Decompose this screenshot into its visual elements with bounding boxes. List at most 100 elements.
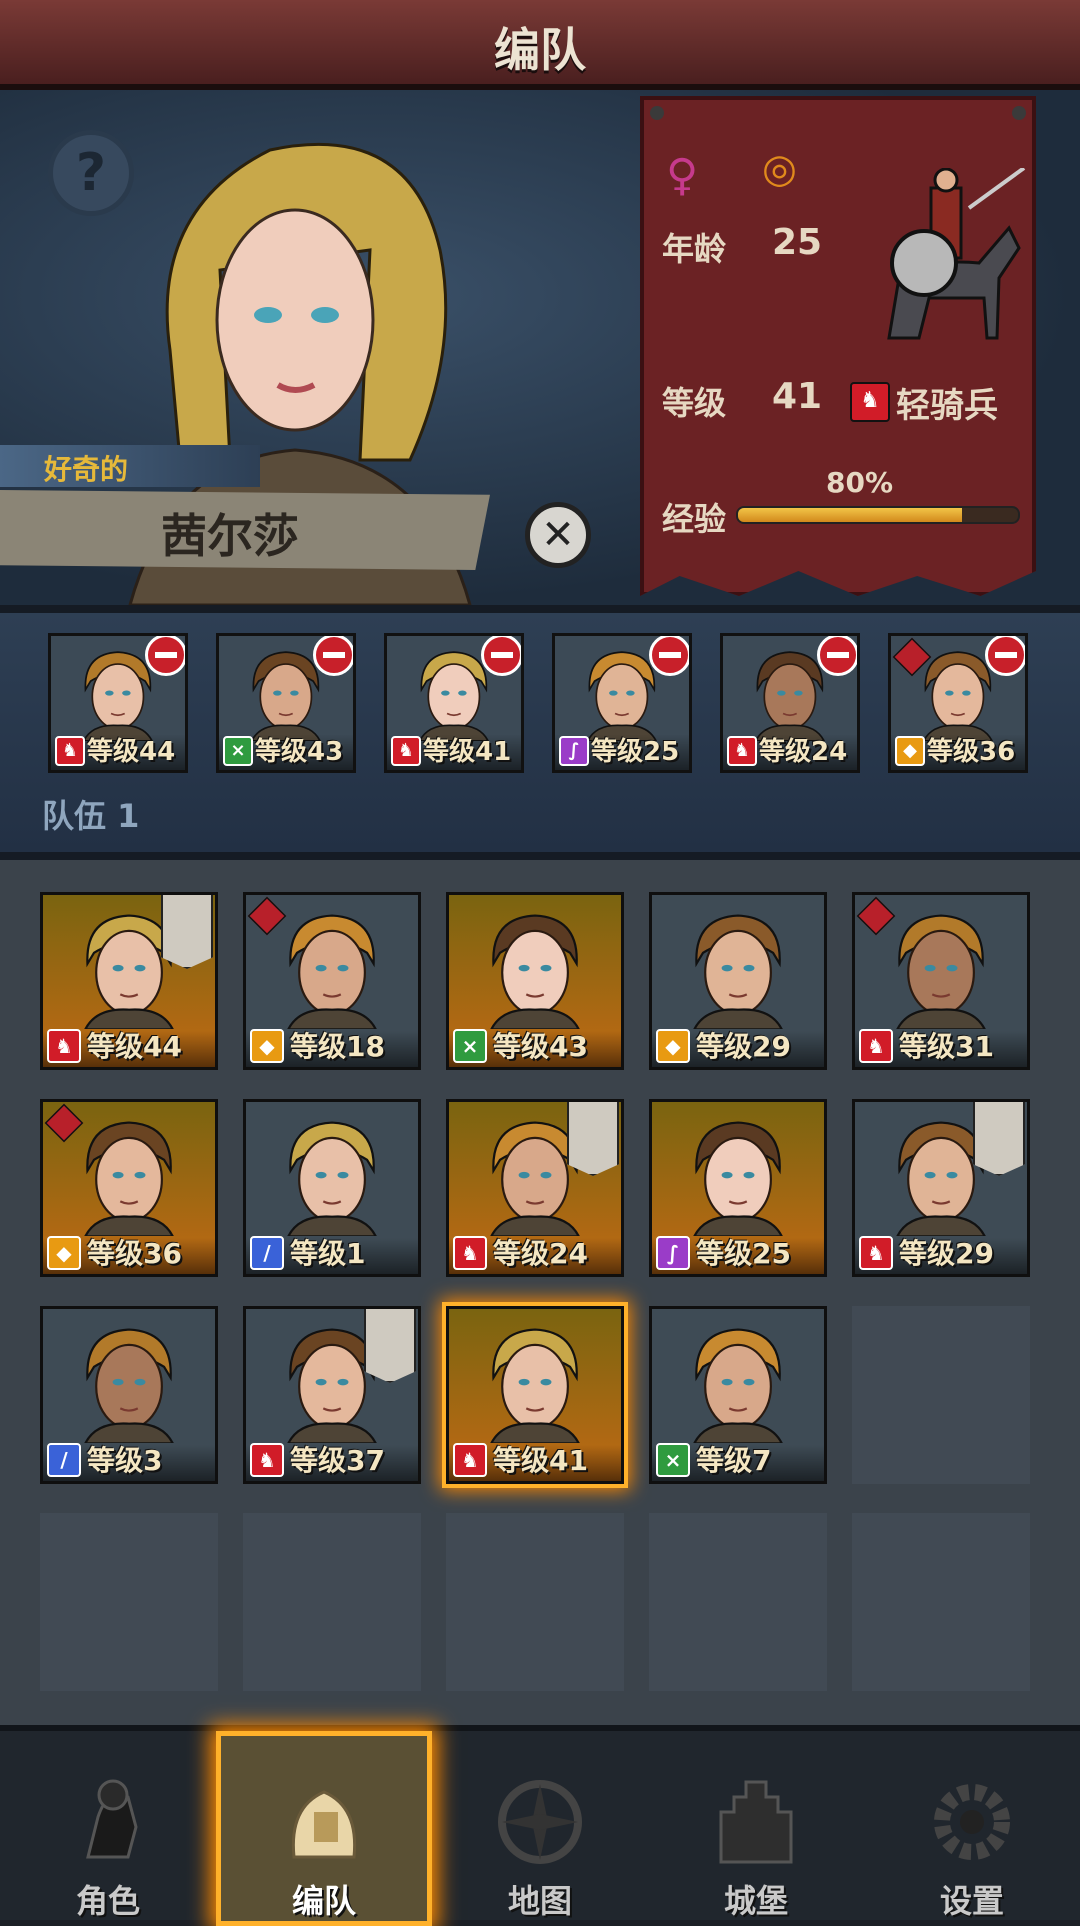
- remove-member-button[interactable]: [481, 636, 521, 676]
- remove-member-button[interactable]: [985, 636, 1025, 676]
- archer-class-icon: ⨯: [223, 736, 253, 766]
- banner-icon: [567, 1102, 619, 1176]
- hero-face: [692, 1328, 783, 1444]
- team-slot[interactable]: ∫ 等级25: [552, 633, 692, 773]
- shield-class-icon: ◆: [47, 1236, 81, 1270]
- cavalry-class-icon: ♞: [859, 1029, 893, 1063]
- level-label: 等级24: [759, 737, 848, 767]
- hero-face: [895, 914, 986, 1030]
- level-label: 等级43: [493, 1030, 588, 1063]
- roster-card[interactable]: ♞ 等级44: [40, 892, 218, 1070]
- trait-bar: [0, 445, 260, 487]
- remove-member-button[interactable]: [649, 636, 689, 676]
- close-icon: ✕: [541, 512, 575, 558]
- hero-face: [83, 1121, 174, 1237]
- sword-class-icon: /: [250, 1236, 284, 1270]
- level-label: 等级36: [87, 1237, 182, 1270]
- roster-card[interactable]: ⨯ 等级7: [649, 1306, 827, 1484]
- roster-card[interactable]: ♞ 等级24: [446, 1099, 624, 1277]
- remove-hero-button[interactable]: ✕: [525, 502, 591, 568]
- team-label[interactable]: 队伍 1: [42, 791, 139, 837]
- roster-card[interactable]: ⨯ 等级43: [446, 892, 624, 1070]
- team-slot[interactable]: ♞ 等级24: [720, 633, 860, 773]
- cavalry-class-icon: ♞: [859, 1236, 893, 1270]
- xp-label: 经验: [662, 500, 727, 538]
- header-bar: 编队: [0, 0, 1080, 90]
- archer-class-icon: ⨯: [656, 1443, 690, 1477]
- hero-face: [286, 1121, 377, 1237]
- bottom-nav: 角色 编队 地图 城堡 设置: [0, 1725, 1080, 1926]
- hero-face: [286, 914, 377, 1030]
- level-label: 等级25: [696, 1237, 791, 1270]
- nav-label: 地图: [507, 1882, 572, 1920]
- level-value: 41: [772, 376, 823, 417]
- roster-card-selected[interactable]: ♞ 等级41: [446, 1306, 624, 1484]
- level-label: 等级18: [290, 1030, 385, 1063]
- empty-roster-slot: [852, 1306, 1030, 1484]
- hero-face: [489, 914, 580, 1030]
- banner-icon: [161, 895, 213, 969]
- xp-bar: [736, 506, 1020, 524]
- nav-item-compass[interactable]: 地图: [432, 1731, 648, 1926]
- cavalry-class-icon: ♞: [250, 1443, 284, 1477]
- team-slot[interactable]: ♞ 等级44: [48, 633, 188, 773]
- team-panel: ♞ 等级44 ⨯ 等级43 ♞ 等级41 ∫ 等级25 ♞ 等级24 ◆ 等级36 队伍 1: [0, 605, 1080, 860]
- level-label: 等级44: [87, 737, 176, 767]
- nav-label: 城堡: [723, 1882, 788, 1920]
- cavalry-class-icon: ♞: [453, 1236, 487, 1270]
- cavalry-class-icon: ♞: [55, 736, 85, 766]
- level-label: 等级29: [899, 1237, 994, 1270]
- class-name: 轻骑兵: [896, 386, 998, 426]
- remove-member-button[interactable]: [817, 636, 857, 676]
- roster-card[interactable]: ∫ 等级25: [649, 1099, 827, 1277]
- level-label: 等级41: [493, 1444, 588, 1477]
- hero-face: [83, 1328, 174, 1444]
- question-icon: ?: [75, 143, 107, 203]
- level-label: 等级41: [423, 737, 512, 767]
- mage-class-icon: ∫: [559, 736, 589, 766]
- team-slot[interactable]: ◆ 等级36: [888, 633, 1028, 773]
- cavalry-class-icon: ♞: [727, 736, 757, 766]
- cavalry-class-icon: ♞: [391, 736, 421, 766]
- nav-label: 角色: [75, 1882, 140, 1920]
- roster-card[interactable]: ♞ 等级29: [852, 1099, 1030, 1277]
- roster-card[interactable]: / 等级1: [243, 1099, 421, 1277]
- level-label: 等级37: [290, 1444, 385, 1477]
- nav-item-helmet[interactable]: 编队: [216, 1731, 432, 1926]
- light-cavalry-unit-image: [887, 168, 1026, 340]
- gear-icon: [934, 1784, 1010, 1860]
- rivet: [650, 106, 664, 120]
- team-slot[interactable]: ♞ 等级41: [384, 633, 524, 773]
- level-label: 等级24: [493, 1237, 588, 1270]
- roster-card[interactable]: ◆ 等级36: [40, 1099, 218, 1277]
- banner-icon: [973, 1102, 1025, 1176]
- roster-card[interactable]: ♞ 等级37: [243, 1306, 421, 1484]
- shield-class-icon: ◆: [250, 1029, 284, 1063]
- nav-label: 设置: [939, 1882, 1004, 1920]
- level-label: 等级43: [255, 737, 344, 767]
- remove-member-button[interactable]: [145, 636, 185, 676]
- remove-member-button[interactable]: [313, 636, 353, 676]
- xp-percent: 80%: [826, 466, 894, 499]
- level-label: 等级7: [696, 1444, 772, 1477]
- level-label: 等级1: [290, 1237, 366, 1270]
- helmet-icon: [291, 1790, 357, 1859]
- cavalry-class-icon: ♞: [850, 382, 890, 422]
- empty-roster-slot: [852, 1513, 1030, 1691]
- team-slot[interactable]: ⨯ 等级43: [216, 633, 356, 773]
- hero-panel: ? 好奇的 茜尔莎 ✕ ♀ ◎ 年龄 25 等级 41 ♞ 轻骑兵 80% 经验: [0, 90, 1080, 605]
- banner-icon: [364, 1309, 416, 1383]
- empty-roster-slot: [40, 1513, 218, 1691]
- nav-item-castle[interactable]: 城堡: [648, 1731, 864, 1926]
- compass-icon: [498, 1780, 582, 1864]
- nav-item-knight[interactable]: 角色: [0, 1731, 216, 1926]
- roster-card[interactable]: ♞ 等级31: [852, 892, 1030, 1070]
- empty-roster-slot: [649, 1513, 827, 1691]
- age-label: 年龄: [662, 230, 727, 268]
- roster-card[interactable]: ◆ 等级29: [649, 892, 827, 1070]
- roster-card[interactable]: ◆ 等级18: [243, 892, 421, 1070]
- page-title: 编队: [494, 23, 586, 77]
- roster-card[interactable]: / 等级3: [40, 1306, 218, 1484]
- nav-label: 编队: [291, 1882, 356, 1920]
- nav-item-gear[interactable]: 设置: [864, 1731, 1080, 1926]
